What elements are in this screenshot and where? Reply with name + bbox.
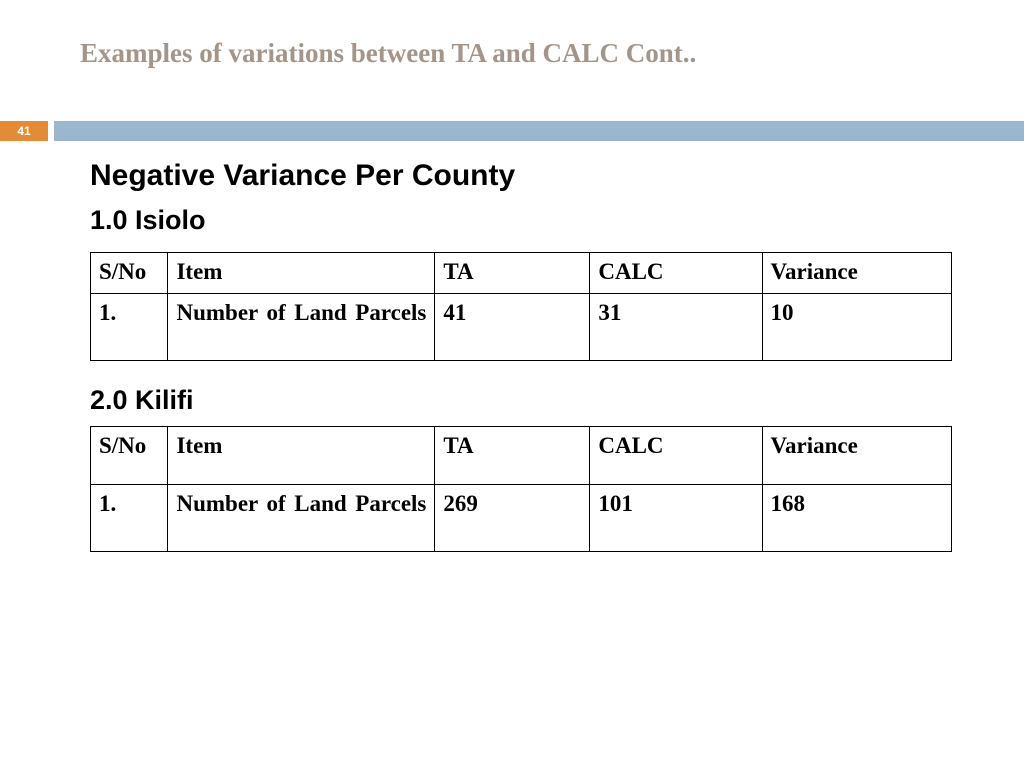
col-header-variance: Variance [762, 253, 951, 294]
table-row: 1. Number of Land Parcels 41 31 10 [91, 294, 952, 361]
col-header-sno: S/No [91, 427, 168, 485]
main-heading: Negative Variance Per County [90, 159, 952, 193]
cell-ta: 269 [435, 485, 590, 552]
section1-heading: 1.0 Isiolo [90, 205, 952, 236]
content-area: Negative Variance Per County 1.0 Isiolo … [0, 141, 1024, 552]
col-header-variance: Variance [762, 427, 951, 485]
cell-variance: 10 [762, 294, 951, 361]
slide: Examples of variations between TA and CA… [0, 0, 1024, 768]
col-header-calc: CALC [590, 253, 762, 294]
page-number-badge: 41 [0, 121, 48, 141]
table-row: 1. Number of Land Parcels 269 101 168 [91, 485, 952, 552]
col-header-item: Item [168, 427, 435, 485]
col-header-ta: TA [435, 427, 590, 485]
header-ribbon [54, 121, 1024, 141]
cell-calc: 101 [590, 485, 762, 552]
cell-calc: 31 [590, 294, 762, 361]
section2-heading: 2.0 Kilifi [90, 385, 952, 416]
cell-sno: 1. [91, 485, 168, 552]
table-isiolo: S/No Item TA CALC Variance 1. Number of … [90, 252, 952, 361]
col-header-calc: CALC [590, 427, 762, 485]
slide-title: Examples of variations between TA and CA… [0, 0, 1024, 69]
col-header-ta: TA [435, 253, 590, 294]
cell-item: Number of Land Parcels [168, 485, 435, 552]
col-header-item: Item [168, 253, 435, 294]
table-header-row: S/No Item TA CALC Variance [91, 253, 952, 294]
cell-variance: 168 [762, 485, 951, 552]
table-header-row: S/No Item TA CALC Variance [91, 427, 952, 485]
cell-item: Number of Land Parcels [168, 294, 435, 361]
cell-sno: 1. [91, 294, 168, 361]
header-bar: 41 [0, 121, 1024, 141]
col-header-sno: S/No [91, 253, 168, 294]
table-kilifi: S/No Item TA CALC Variance 1. Number of … [90, 426, 952, 552]
cell-ta: 41 [435, 294, 590, 361]
